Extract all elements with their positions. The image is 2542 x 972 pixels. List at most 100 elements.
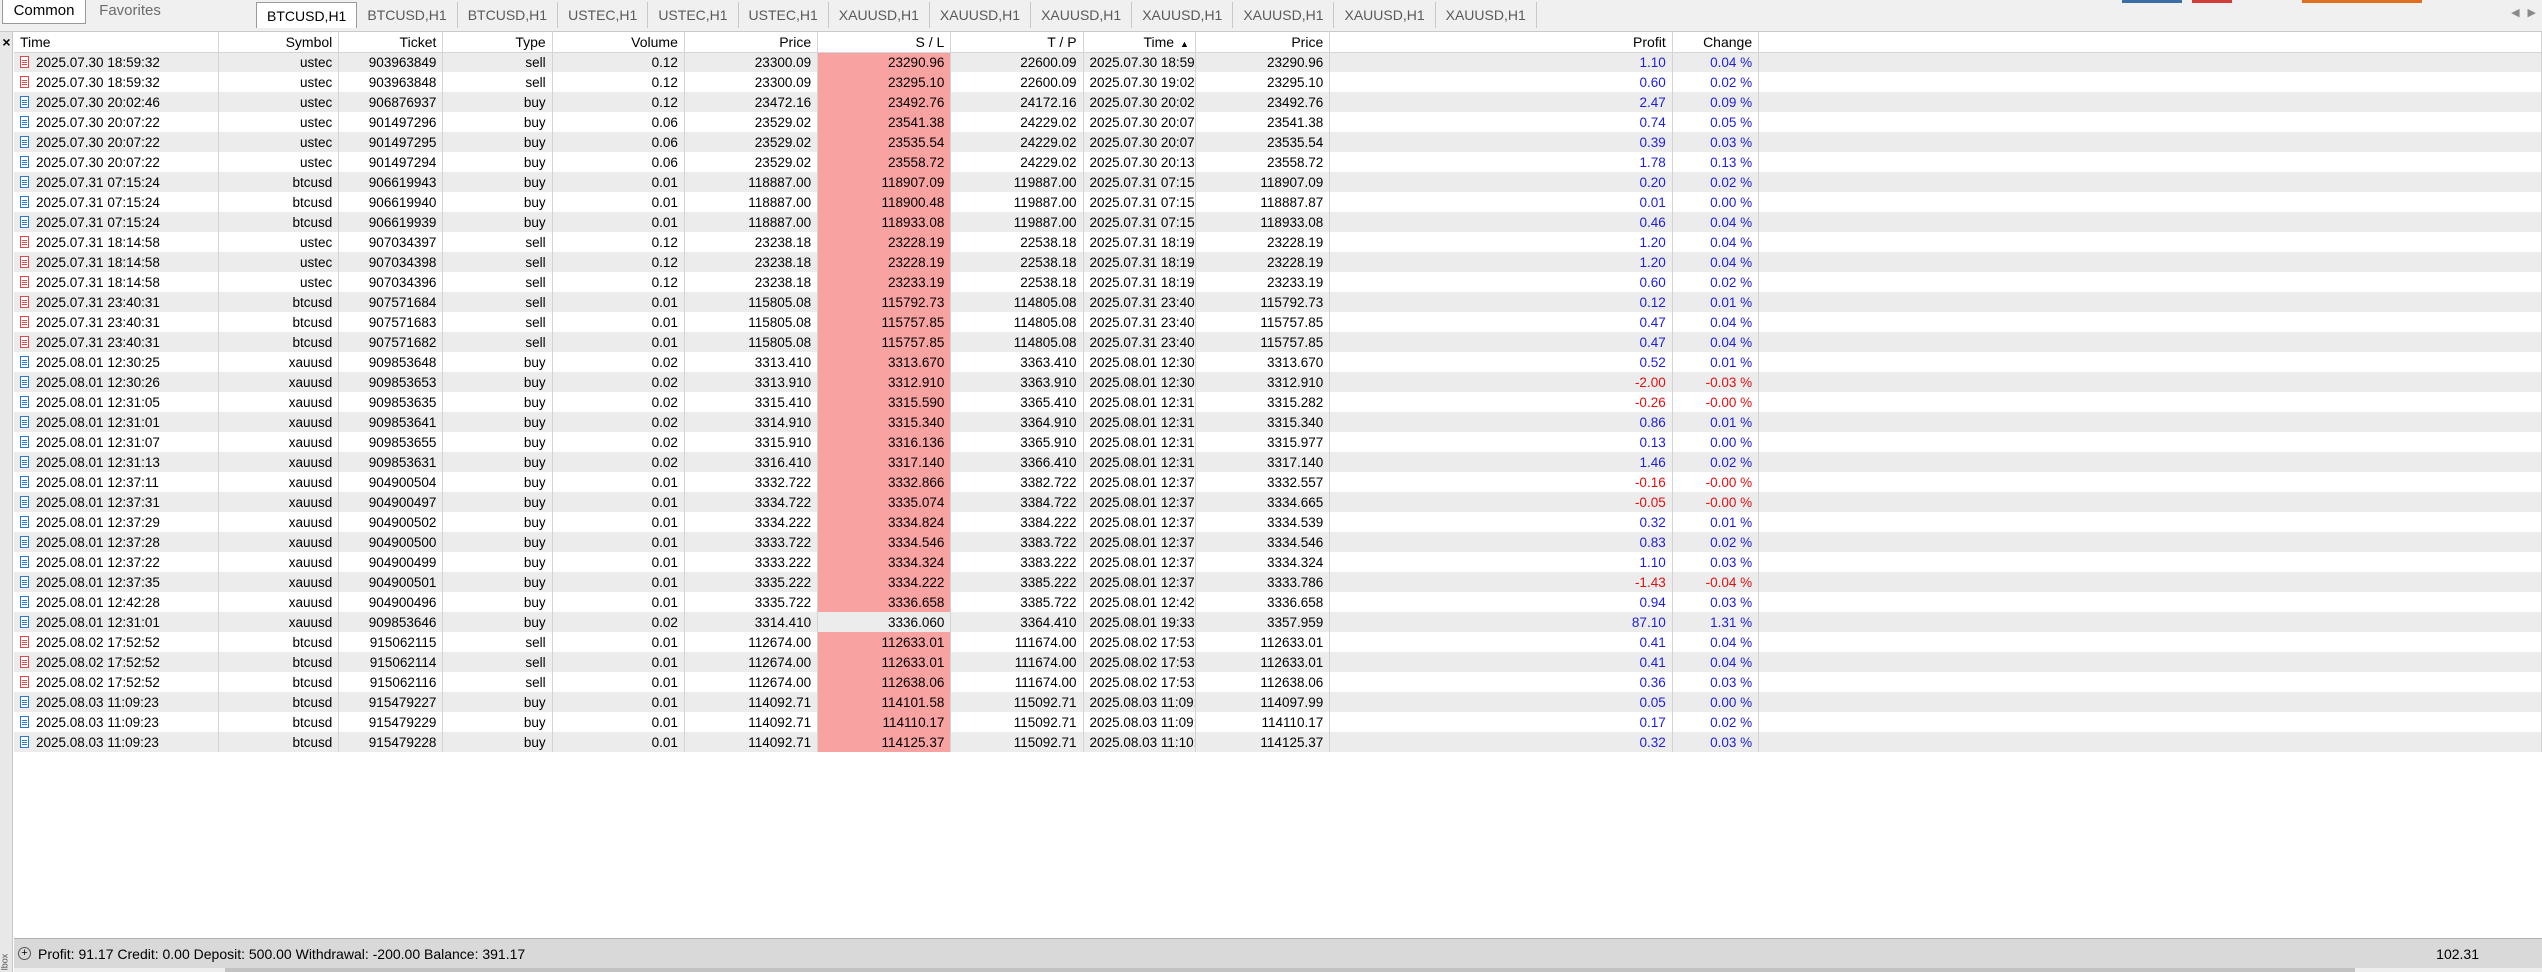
table-row[interactable]: 2025.08.03 11:09:23 btcusd 915479228 buy 0.0… [14,732,2542,752]
table-row[interactable]: 2025.07.31 18:14:58 ustec 907034397 sell 0.1… [14,232,2542,252]
cell-symbol: btcusd [218,292,340,312]
table-row[interactable]: 2025.07.30 20:02:46 ustec 906876937 buy 0.12… [14,92,2542,112]
cell-sl: 3315.590 [817,392,952,412]
table-row[interactable]: 2025.07.30 18:59:32 ustec 903963848 sell 0.1… [14,72,2542,92]
cell-volume: 0.12 [552,252,685,272]
table-row[interactable]: 2025.08.01 12:37:31 xauusd 904900497 buy 0.0… [14,492,2542,512]
buy-deal-icon [20,575,29,588]
table-row[interactable]: 2025.08.01 12:30:25 xauusd 909853648 buy 0.0… [14,352,2542,372]
cell-volume: 0.01 [552,592,685,612]
cell-type: sell [442,252,553,272]
cell-volume: 0.01 [552,172,685,192]
tab-common[interactable]: Common [2,0,86,24]
table-row[interactable]: 2025.07.30 20:07:22 ustec 901497296 buy 0.06… [14,112,2542,132]
scroll-right-icon[interactable]: ▶ [2528,6,2536,19]
table-row[interactable]: 2025.08.01 12:37:28 xauusd 904900500 buy 0.0… [14,532,2542,552]
table-row[interactable]: 2025.08.01 12:31:05 xauusd 909853635 buy 0.0… [14,392,2542,412]
cell-sl: 3334.824 [817,512,952,532]
cell-close-price: 112633.01 [1195,632,1331,652]
chart-tab[interactable]: USTEC,H1 [648,2,739,28]
cell-change: 0.03 % [1672,672,1760,692]
cell-time: 2025.08.03 11:09:23 [14,712,219,732]
cell-volume: 0.01 [552,292,685,312]
cell-empty [1758,652,2542,672]
cell-profit: 1.20 [1329,252,1673,272]
cell-close-time: 2025.07.31 18:19:38 [1083,252,1196,272]
cell-close-price: 3332.557 [1195,472,1331,492]
chart-tab[interactable]: USTEC,H1 [558,2,649,28]
cell-ticket: 904900500 [338,532,444,552]
buy-deal-icon [20,715,29,728]
chart-tab[interactable]: XAUUSD,H1 [829,2,930,28]
table-row[interactable]: 2025.07.31 23:40:31 btcusd 907571684 sell 0.… [14,292,2542,312]
chart-tab[interactable]: XAUUSD,H1 [1132,2,1234,28]
cell-close-time: 2025.07.31 18:19:48 [1083,272,1196,292]
table-row[interactable]: 2025.08.01 12:37:29 xauusd 904900502 buy 0.0… [14,512,2542,532]
table-row[interactable]: 2025.08.02 17:52:52 btcusd 915062115 sell 0.… [14,632,2542,652]
table-row[interactable]: 2025.08.02 17:52:52 btcusd 915062116 sell 0.… [14,672,2542,692]
table-row[interactable]: 2025.08.01 12:31:01 xauusd 909853646 buy 0.0… [14,612,2542,632]
column-header-ticket[interactable]: Ticket [338,32,444,53]
tab-favorites[interactable]: Favorites [88,0,172,24]
table-row[interactable]: 2025.07.30 20:07:22 ustec 901497294 buy 0.06… [14,152,2542,172]
close-icon[interactable]: × [0,32,13,52]
scroll-left-icon[interactable]: ◀ [2511,6,2519,19]
chart-tab[interactable]: XAUUSD,H1 [1031,2,1133,28]
buy-deal-icon [20,395,29,408]
table-row[interactable]: 2025.07.31 07:15:24 btcusd 906619943 buy 0.0… [14,172,2542,192]
cell-symbol: btcusd [218,632,340,652]
table-row[interactable]: 2025.08.01 12:31:07 xauusd 909853655 buy 0.0… [14,432,2542,452]
sell-deal-icon [20,335,29,348]
table-row[interactable]: 2025.08.01 12:42:28 xauusd 904900496 buy 0.0… [14,592,2542,612]
chart-tab[interactable]: XAUUSD,H1 [1334,2,1436,28]
table-row[interactable]: 2025.07.30 20:07:22 ustec 901497295 buy 0.06… [14,132,2542,152]
chart-tab[interactable]: XAUUSD,H1 [930,2,1032,28]
table-row[interactable]: 2025.08.03 11:09:23 btcusd 915479229 buy 0.0… [14,712,2542,732]
table-row[interactable]: 2025.08.01 12:37:11 xauusd 904900504 buy 0.0… [14,472,2542,492]
cell-symbol: xauusd [218,492,340,512]
column-header-close-time[interactable]: Time ▲ [1083,32,1196,53]
column-header-profit[interactable]: Profit [1329,32,1673,53]
column-header-close-price[interactable]: Price [1195,32,1331,53]
table-row[interactable]: 2025.07.31 18:14:58 ustec 907034398 sell 0.1… [14,252,2542,272]
table-row[interactable]: 2025.07.31 18:14:58 ustec 907034396 sell 0.1… [14,272,2542,292]
cell-close-price: 3312.910 [1195,372,1331,392]
chart-tab[interactable]: USTEC,H1 [739,2,829,28]
table-row[interactable]: 2025.08.01 12:37:22 xauusd 904900499 buy 0.0… [14,552,2542,572]
column-header-volume[interactable]: Volume [552,32,685,53]
cell-time: 2025.08.01 12:31:01 [14,412,219,432]
column-header-type[interactable]: Type [442,32,553,53]
horizontal-scrollbar-thumb[interactable] [225,968,2355,972]
column-header-time[interactable]: Time [14,32,219,53]
window-accent-strip [2122,0,2422,3]
chart-tab[interactable]: BTCUSD,H1 [256,2,358,28]
chart-tab[interactable]: BTCUSD,H1 [458,2,559,28]
chart-tab[interactable]: XAUUSD,H1 [1436,2,1537,28]
table-row[interactable]: 2025.08.01 12:30:26 xauusd 909853653 buy 0.0… [14,372,2542,392]
table-row[interactable]: 2025.07.31 07:15:24 btcusd 906619939 buy 0.0… [14,212,2542,232]
table-row[interactable]: 2025.07.31 23:40:31 btcusd 907571682 sell 0.… [14,332,2542,352]
cell-price: 115805.08 [684,292,819,312]
table-row[interactable]: 2025.07.30 18:59:32 ustec 903963849 sell 0.1… [14,52,2542,72]
table-row[interactable]: 2025.07.31 07:15:24 btcusd 906619940 buy 0.0… [14,192,2542,212]
column-header-tp[interactable]: T / P [950,32,1084,53]
column-header-change[interactable]: Change [1672,32,1760,53]
cell-time-text: 2025.08.03 11:09:23 [36,714,159,730]
cell-price: 3314.910 [684,412,819,432]
table-row[interactable]: 2025.08.01 12:31:01 xauusd 909853641 buy 0.0… [14,412,2542,432]
table-row[interactable]: 2025.08.02 17:52:52 btcusd 915062114 sell 0.… [14,652,2542,672]
chart-tab[interactable]: XAUUSD,H1 [1233,2,1335,28]
column-header-price[interactable]: Price [684,32,819,53]
table-row[interactable]: 2025.08.01 12:31:13 xauusd 909853631 buy 0.0… [14,452,2542,472]
cell-symbol: btcusd [218,192,340,212]
table-row[interactable]: 2025.07.31 23:40:31 btcusd 907571683 sell 0.… [14,312,2542,332]
cell-volume: 0.12 [552,92,685,112]
cell-tp: 22538.18 [950,252,1084,272]
column-header-sl[interactable]: S / L [817,32,952,53]
chart-tab[interactable]: BTCUSD,H1 [357,2,458,28]
column-header-symbol[interactable]: Symbol [218,32,340,53]
expand-plus-icon[interactable]: + [18,947,31,960]
cell-ticket: 909853655 [338,432,444,452]
table-row[interactable]: 2025.08.03 11:09:23 btcusd 915479227 buy 0.0… [14,692,2542,712]
table-row[interactable]: 2025.08.01 12:37:35 xauusd 904900501 buy 0.0… [14,572,2542,592]
